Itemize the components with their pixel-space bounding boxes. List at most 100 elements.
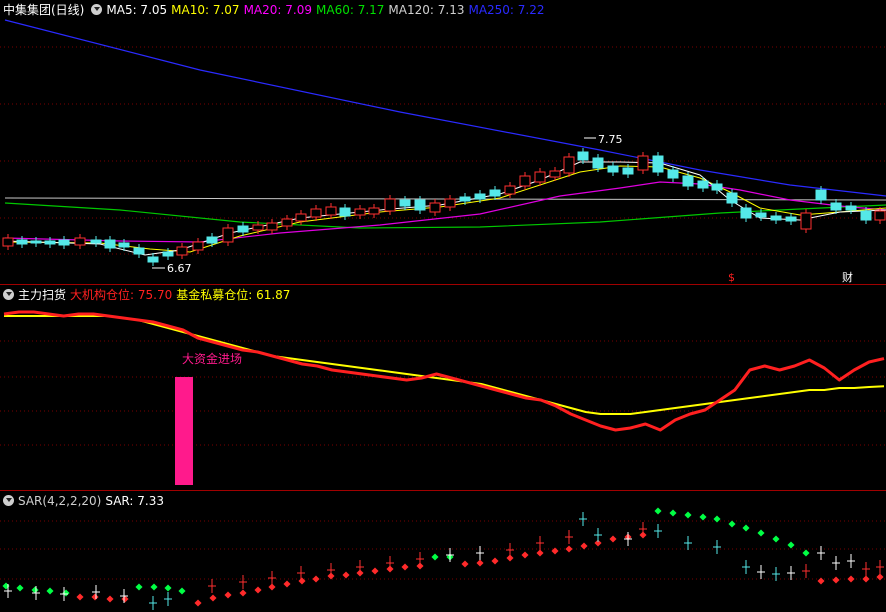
sar-dot (580, 542, 588, 550)
sar-dot (817, 577, 825, 585)
candle-body (860, 210, 872, 221)
candle-body (874, 210, 886, 221)
sar-dot (832, 576, 840, 584)
candle-body (563, 156, 575, 174)
candle-body (726, 192, 738, 204)
candle-body (58, 239, 70, 246)
sar-dot (401, 563, 409, 571)
dropdown-circle-icon[interactable] (91, 4, 103, 15)
main-chart-panel[interactable]: 7.75 6.67 $ 财 中集集团(日线) MA5: 7.05 MA10: 7.07 MA… (0, 0, 886, 284)
dividend-marker: $ (728, 271, 735, 284)
sar-dot (16, 584, 24, 592)
sar-dot (121, 595, 129, 603)
candle-body (90, 239, 102, 244)
sar-dot (106, 595, 114, 603)
candle-body (622, 167, 634, 175)
candle-body (266, 222, 278, 231)
sar-dot (609, 535, 617, 543)
candle-body (711, 183, 723, 191)
sar-dot (787, 541, 795, 549)
sar-dot (164, 584, 172, 592)
high-price-label: 7.75 (598, 133, 623, 146)
sub1-header: 主力扫货 大机构仓位: 75.70 基金私募仓位: 61.87 (0, 285, 294, 305)
ma250-line (4, 19, 886, 197)
candle-body (770, 215, 782, 221)
sub1-title: 主力扫货 (18, 288, 67, 302)
sar-dot (876, 573, 884, 581)
candle-body (607, 165, 619, 173)
candle-body (845, 205, 857, 211)
candle-body (755, 212, 767, 218)
inst-position-label: 大机构仓位: 75.70 (70, 288, 173, 302)
candle-body (16, 239, 28, 245)
dropdown-circle-icon[interactable] (3, 289, 14, 300)
ma5-label: MA5: 7.05 (106, 3, 168, 17)
main-chart-svg[interactable]: 7.75 6.67 $ 财 (0, 0, 886, 284)
sar-dot (283, 580, 291, 588)
candle-body (222, 227, 234, 243)
ma120-label: MA120: 7.13 (388, 3, 465, 17)
sar-dot (476, 559, 484, 567)
sar-dot (802, 549, 810, 557)
candle-body (354, 208, 366, 216)
sar-dot (862, 575, 870, 583)
sar-dot (521, 551, 529, 559)
sar-dot (342, 571, 350, 579)
big-money-bar (175, 377, 193, 485)
candle-body (459, 196, 471, 202)
sar-dot (742, 524, 750, 532)
candle-body (740, 207, 752, 219)
ma10-label: MA10: 7.07 (171, 3, 240, 17)
ma60-label: MA60: 7.17 (316, 3, 385, 17)
sar-dot (312, 575, 320, 583)
candle-body (667, 169, 679, 179)
candle-body (30, 240, 42, 244)
dropdown-circle-icon[interactable] (3, 495, 14, 506)
main-force-svg[interactable] (0, 285, 886, 490)
candle-body (399, 199, 411, 207)
sar-dot (669, 509, 677, 517)
candle-body (800, 212, 812, 230)
ma250-label: MA250: 7.22 (468, 3, 545, 17)
sar-dot (91, 593, 99, 601)
sar-dot (254, 586, 262, 594)
sub2-header: SAR(4,2,2,20) SAR: 7.33 (0, 491, 168, 511)
candle-body (474, 193, 486, 200)
candle-body (118, 242, 130, 248)
candle-body (830, 202, 842, 211)
sar-dot (684, 511, 692, 519)
candle-body (444, 198, 456, 208)
sar-dot (699, 513, 707, 521)
fund-position-line (4, 315, 885, 415)
candle-body (815, 189, 827, 201)
sar-panel[interactable]: SAR(4,2,2,20) SAR: 7.33 (0, 491, 886, 612)
ma20-label: MA20: 7.09 (243, 3, 312, 17)
candle-body (74, 237, 86, 246)
candle-body (192, 241, 204, 251)
candle-body (489, 189, 501, 197)
main-header: 中集集团(日线) MA5: 7.05 MA10: 7.07 MA20: 7.09 MA6… (0, 0, 549, 20)
sar-dot (772, 535, 780, 543)
candle-body (44, 240, 56, 245)
low-price-label: 6.67 (167, 262, 192, 275)
candle-body (162, 251, 174, 257)
candle-body (384, 198, 396, 212)
sar-dot (239, 589, 247, 597)
candle-body (237, 225, 249, 233)
candle-body (429, 202, 441, 213)
sar-dot (46, 587, 54, 595)
candle-body (281, 218, 293, 227)
candle-body (147, 256, 159, 263)
candle-body (310, 208, 322, 218)
sar-dot (461, 560, 469, 568)
sar-dot (565, 545, 573, 553)
main-force-panel[interactable]: 主力扫货 大机构仓位: 75.70 基金私募仓位: 61.87 大资金进场 (0, 285, 886, 490)
sar-value-label: SAR: 7.33 (105, 494, 164, 508)
candle-body (504, 185, 516, 195)
candle-body (206, 236, 218, 244)
sar-dot (654, 507, 662, 515)
candle-body (325, 206, 337, 216)
sar-dot (76, 593, 84, 601)
sar-dot (728, 520, 736, 528)
candle-body (176, 246, 188, 256)
